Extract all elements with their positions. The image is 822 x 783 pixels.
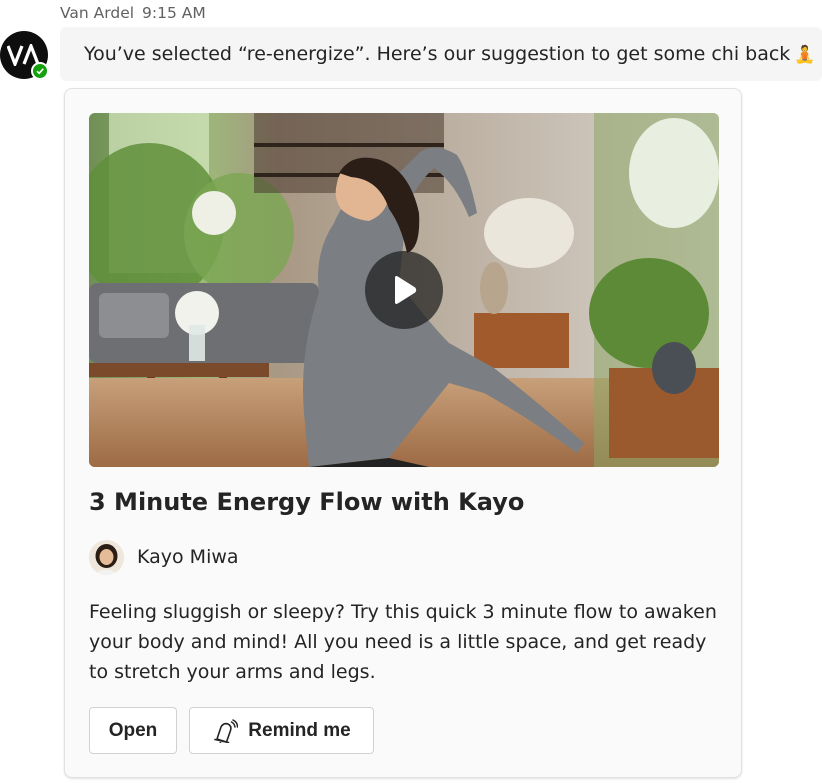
video-card: 3 Minute Energy Flow with Kayo Kayo Miwa… (64, 88, 742, 778)
author-name[interactable]: Kayo Miwa (137, 546, 239, 568)
message-time: 9:15 AM (142, 4, 206, 22)
author-row: Kayo Miwa (89, 539, 239, 575)
sender-name[interactable]: Van Ardel (60, 4, 134, 22)
meditation-emoji: 🧘 (794, 45, 816, 65)
message-bubble: You’ve selected “re-energize”. Here’s ou… (60, 27, 822, 81)
presence-available-icon (31, 62, 49, 80)
play-icon (395, 276, 417, 304)
open-button-label: Open (108, 719, 158, 741)
remind-button-label: Remind me (248, 719, 351, 741)
video-thumbnail[interactable] (89, 113, 719, 467)
message-text: You’ve selected “re-energize”. Here’s ou… (84, 43, 791, 65)
bell-ring-icon (214, 718, 239, 743)
open-button[interactable]: Open (89, 707, 177, 754)
message-header: Van Ardel 9:15 AM (60, 4, 206, 22)
remind-me-button[interactable]: Remind me (189, 707, 374, 754)
card-description: Feeling sluggish or sleepy? Try this qui… (89, 601, 717, 683)
play-button[interactable] (365, 251, 443, 329)
person-avatar-icon (89, 539, 124, 575)
card-title: 3 Minute Energy Flow with Kayo (89, 488, 525, 516)
author-avatar[interactable] (89, 539, 124, 575)
